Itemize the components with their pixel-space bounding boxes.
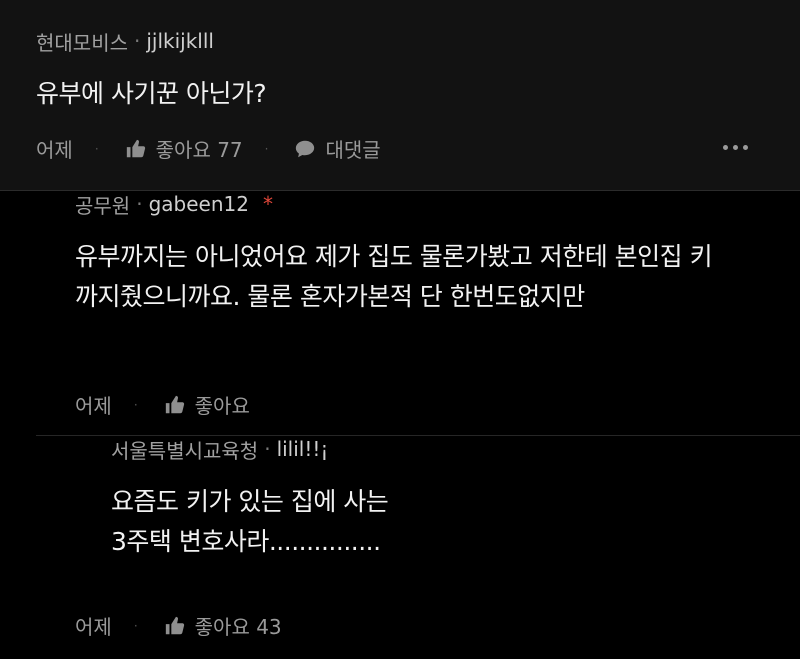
author-org: 공무원 bbox=[75, 193, 131, 218]
like-button[interactable]: 좋아요 77 bbox=[125, 134, 243, 163]
speech-bubble-icon bbox=[296, 140, 315, 157]
timestamp: 어제 bbox=[36, 138, 73, 162]
like-label: 좋아요 43 bbox=[194, 615, 282, 639]
action-separator: · bbox=[264, 141, 269, 156]
comment-meta: 서울특별시교육청 · lilil!!¡ bbox=[111, 436, 764, 463]
comment-text: 유부에 사기꾼 아닌가? bbox=[36, 79, 267, 108]
meta-separator: · bbox=[136, 192, 143, 216]
like-button[interactable]: 좋아요 bbox=[164, 390, 250, 419]
reply-label: 대댓글 bbox=[325, 138, 381, 162]
comment-meta: 현대모비스 · jjlkijklll bbox=[36, 28, 764, 55]
comment-text: 유부까지는 아니었어요 제가 집도 물론가봤고 저한테 본인집 키 까지줬으니까… bbox=[75, 242, 713, 311]
more-dots-icon[interactable] bbox=[723, 134, 748, 160]
reply-button[interactable]: 대댓글 bbox=[294, 134, 381, 163]
like-button[interactable]: 좋아요 43 bbox=[164, 611, 282, 640]
action-separator: · bbox=[133, 618, 138, 633]
timestamp: 어제 bbox=[75, 615, 112, 639]
author-nickname[interactable]: gabeen12 bbox=[149, 192, 249, 216]
author-org: 현대모비스 bbox=[36, 30, 128, 55]
comment-actions: 어제 · 좋아요 bbox=[75, 390, 250, 419]
author-nickname[interactable]: lilil!!¡ bbox=[277, 437, 329, 461]
comment-actions: 어제 · 좋아요 43 bbox=[75, 611, 282, 640]
comment-thread: 현대모비스 · jjlkijklll 유부에 사기꾼 아닌가? 어제 · 좋아요… bbox=[0, 0, 800, 659]
action-separator: · bbox=[94, 141, 99, 156]
action-separator: · bbox=[133, 397, 138, 412]
timestamp: 어제 bbox=[75, 394, 112, 418]
thumbs-up-icon bbox=[165, 616, 184, 634]
meta-separator: · bbox=[264, 437, 271, 461]
author-org: 서울특별시교육청 bbox=[111, 438, 259, 463]
comment-meta: 공무원 · gabeen12 * bbox=[75, 191, 764, 218]
comment-text: 요즘도 키가 있는 집에 사는 3주택 변호사라............... bbox=[111, 487, 389, 556]
like-label: 좋아요 77 bbox=[155, 138, 243, 162]
meta-separator: · bbox=[134, 29, 141, 53]
author-mark: * bbox=[262, 192, 273, 216]
thumbs-up-icon bbox=[165, 395, 184, 413]
comment-actions: 어제 · 좋아요 77 · 대댓글 bbox=[36, 134, 764, 163]
thumbs-up-icon bbox=[126, 139, 145, 157]
reply-comment: 공무원 · gabeen12 * 유부까지는 아니었어요 제가 집도 물론가봤고… bbox=[0, 191, 800, 435]
like-label: 좋아요 bbox=[194, 394, 250, 418]
comment: 현대모비스 · jjlkijklll 유부에 사기꾼 아닌가? 어제 · 좋아요… bbox=[0, 0, 800, 191]
reply-comment: 서울특별시교육청 · lilil!!¡ 요즘도 키가 있는 집에 사는 3주택 … bbox=[36, 435, 800, 659]
author-nickname[interactable]: jjlkijklll bbox=[146, 29, 214, 53]
